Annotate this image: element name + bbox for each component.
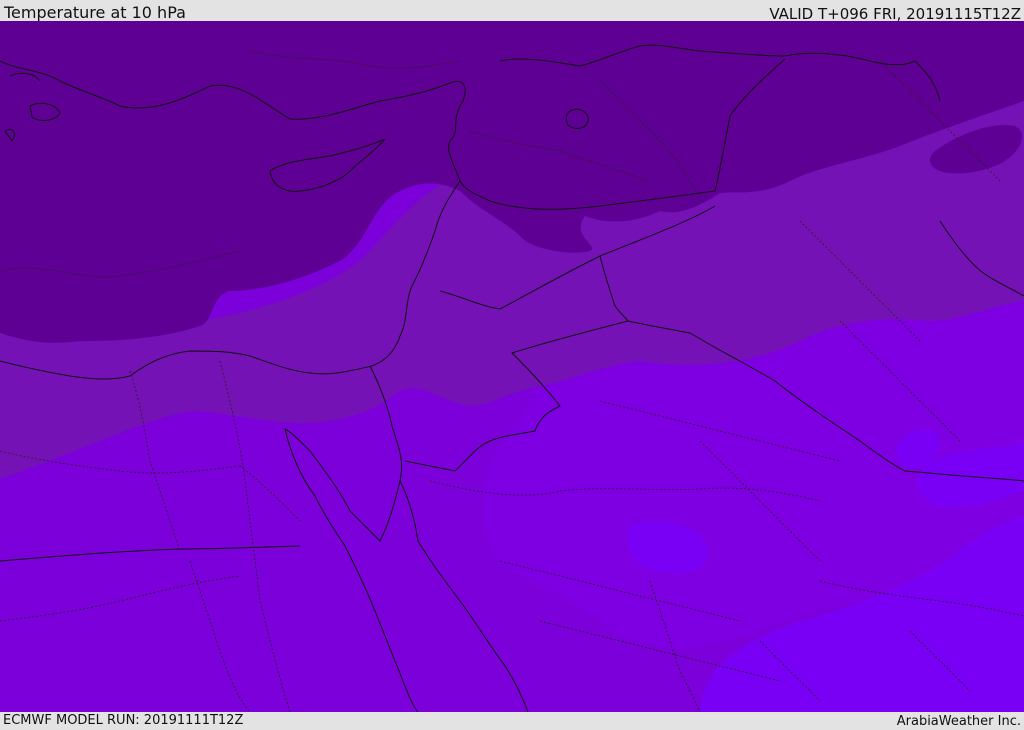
header-bar: Temperature at 10 hPa VALID T+096 FRI, 2… [0,0,1024,23]
footer-bar: ECMWF MODEL RUN: 20191111T12Z ArabiaWeat… [0,712,1024,729]
model-run: ECMWF MODEL RUN: 20191111T12Z [3,713,244,728]
map-canvas [0,21,1024,712]
temperature-map[interactable] [0,21,1024,712]
credit-label: ArabiaWeather Inc. [896,714,1021,729]
chart-title: Temperature at 10 hPa [4,3,186,22]
